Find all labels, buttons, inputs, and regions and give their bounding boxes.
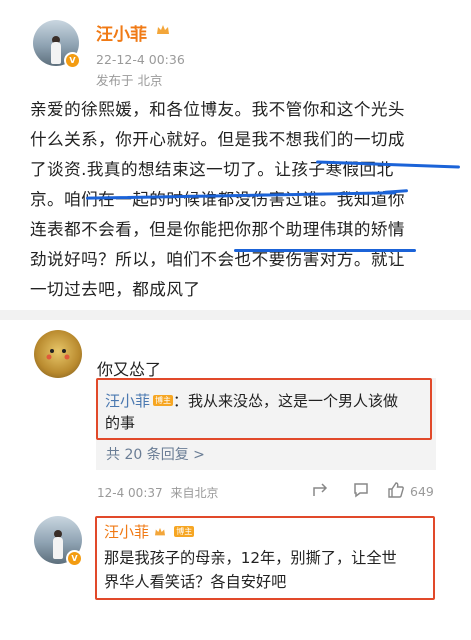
like-thumb-icon[interactable] [387, 481, 405, 499]
post-content: 亲爱的徐熙媛，和各位博友。我不管你和这个光头 什么关系，你开心就好。但是我不想我… [30, 98, 460, 302]
post-line: 亲爱的徐熙媛，和各位博友。我不管你和这个光头 [30, 100, 405, 119]
like-count: 649 [410, 484, 434, 499]
comment-location: 来自北京 [170, 486, 219, 500]
reply-author[interactable]: 汪小菲 [105, 392, 150, 410]
verified-badge-icon: V [66, 550, 83, 567]
post-line: 什么关系，你开心就好。但是我不想我们的一切成 [30, 130, 405, 149]
reply-text: ：我从来没怂，这是一个男人该做 [173, 392, 399, 410]
post-time: 22-12-4 00:36 [96, 52, 185, 67]
comment2-line: 界华人看笑话？各自安好吧 [104, 573, 287, 591]
comment2-text: 那是我孩子的母亲，12年，别撕了，让全世 界华人看笑话？各自安好吧 [104, 546, 434, 594]
post-location: 发布于 北京 [96, 73, 163, 88]
comment-text: 你又怂了 [97, 360, 162, 379]
section-divider [0, 310, 471, 320]
post-line: 连表都不会看，但是你能把你那个助理伟琪的矫情 [30, 220, 405, 239]
post-line: 了谈资.我真的想结束这一切了。让孩子寒假回北 [30, 160, 394, 179]
share-icon[interactable] [311, 481, 329, 499]
pikachu-face-icon [46, 349, 70, 360]
comment-icon[interactable] [352, 481, 370, 499]
comment2-header: 汪小菲 博主 [104, 521, 195, 542]
comment-timestamp: 12-4 00:37 [97, 486, 163, 500]
reply-text-cont: 的事 [105, 414, 136, 432]
blogger-badge: 博主 [174, 526, 195, 537]
verified-badge-icon: V [64, 52, 81, 69]
comment2-line: 那是我孩子的母亲，12年，别撕了，让全世 [104, 549, 397, 567]
member-crown-icon [155, 527, 166, 536]
post-author-name[interactable]: 汪小菲 [96, 20, 147, 45]
reply-item[interactable]: 汪小菲 博主 ：我从来没怂，这是一个男人该做 的事 [105, 390, 425, 434]
comment2-author[interactable]: 汪小菲 [104, 523, 149, 541]
blogger-badge: 博主 [153, 395, 174, 406]
post-line: 一切过去吧，都成风了 [30, 280, 201, 299]
comment-time: 12-4 00:37 来自北京 [97, 484, 218, 501]
highlight-underline [234, 249, 416, 252]
more-replies-link[interactable]: 共 20 条回复 > [106, 444, 205, 464]
member-crown-icon [157, 25, 169, 34]
